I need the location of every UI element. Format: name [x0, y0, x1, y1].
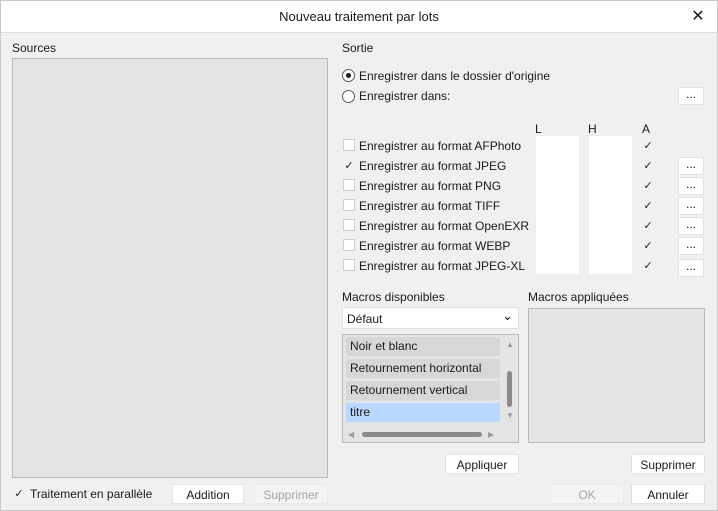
height-field[interactable]	[588, 135, 633, 275]
macro-category-select[interactable]: Défaut ⌄	[342, 307, 519, 329]
format-checkbox[interactable]	[343, 219, 355, 231]
width-field[interactable]	[535, 135, 580, 275]
format-checkbox[interactable]	[343, 259, 355, 271]
a-checkbox[interactable]: ✓	[642, 239, 654, 252]
parallel-checkbox[interactable]: ✓	[13, 487, 25, 500]
macro-list[interactable]: Noir et blanc Retournement horizontal Re…	[342, 334, 519, 443]
add-source-button[interactable]: Addition	[172, 484, 244, 504]
close-icon[interactable]: ✕	[687, 6, 709, 28]
format-checkbox[interactable]: ✓	[343, 159, 355, 172]
format-options-button[interactable]: ...	[678, 197, 704, 215]
a-checkbox[interactable]: ✓	[642, 259, 654, 272]
scroll-right-icon[interactable]: ▶	[488, 430, 494, 439]
browse-folder-button[interactable]: ...	[678, 87, 704, 105]
format-options-button[interactable]: ...	[678, 259, 704, 277]
format-label: Enregistrer au format AFPhoto	[359, 139, 522, 153]
dialog-title: Nouveau traitement par lots	[279, 9, 439, 24]
title-bar: Nouveau traitement par lots ✕	[1, 1, 717, 33]
a-column-header: A	[642, 122, 651, 136]
format-checkbox[interactable]	[343, 179, 355, 191]
scroll-up-icon[interactable]: ▲	[506, 340, 514, 349]
remove-source-button[interactable]: Supprimer	[254, 484, 328, 504]
a-checkbox[interactable]: ✓	[642, 179, 654, 192]
macros-available-label: Macros disponibles	[342, 290, 445, 304]
sources-label: Sources	[12, 41, 57, 55]
format-options-button[interactable]: ...	[678, 157, 704, 175]
horizontal-scrollbar-thumb[interactable]	[362, 432, 482, 437]
a-checkbox[interactable]: ✓	[642, 159, 654, 172]
format-options-button[interactable]: ...	[678, 237, 704, 255]
remove-macro-button[interactable]: Supprimer	[631, 454, 705, 474]
format-checkbox[interactable]	[343, 239, 355, 251]
apply-macro-button[interactable]: Appliquer	[445, 454, 519, 474]
vertical-scrollbar-thumb[interactable]	[507, 371, 512, 407]
format-checkbox[interactable]	[343, 199, 355, 211]
macro-list-item[interactable]: Retournement vertical	[346, 381, 500, 400]
applied-macros-list[interactable]	[528, 308, 705, 443]
batch-dialog: Nouveau traitement par lots ✕ Sources ✓ …	[0, 0, 718, 511]
macro-list-item[interactable]: titre	[346, 403, 500, 422]
sources-list[interactable]	[12, 58, 328, 478]
macro-list-item[interactable]: Noir et blanc	[346, 337, 500, 356]
macro-category-value: Défaut	[347, 312, 383, 326]
format-label: Enregistrer au format WEBP	[359, 239, 511, 253]
save-origin-label: Enregistrer dans le dossier d'origine	[359, 69, 551, 83]
format-label: Enregistrer au format JPEG-XL	[359, 259, 526, 273]
chevron-down-icon: ⌄	[502, 308, 513, 323]
format-label: Enregistrer au format TIFF	[359, 199, 501, 213]
format-label: Enregistrer au format OpenEXR	[359, 219, 530, 233]
a-checkbox[interactable]: ✓	[642, 139, 654, 152]
save-in-label: Enregistrer dans:	[359, 89, 451, 103]
save-origin-radio[interactable]	[342, 69, 355, 82]
macros-applied-label: Macros appliquées	[528, 290, 629, 304]
parallel-label: Traitement en parallèle	[30, 487, 153, 501]
scroll-left-icon[interactable]: ◀	[348, 430, 354, 439]
cancel-button[interactable]: Annuler	[631, 484, 705, 504]
format-options-button[interactable]: ...	[678, 217, 704, 235]
scroll-down-icon[interactable]: ▼	[506, 411, 514, 420]
format-label: Enregistrer au format PNG	[359, 179, 502, 193]
a-checkbox[interactable]: ✓	[642, 199, 654, 212]
format-label: Enregistrer au format JPEG	[359, 159, 507, 173]
macro-list-item[interactable]: Retournement horizontal	[346, 359, 500, 378]
output-label: Sortie	[342, 41, 374, 55]
format-checkbox[interactable]	[343, 139, 355, 151]
format-options-button[interactable]: ...	[678, 177, 704, 195]
a-checkbox[interactable]: ✓	[642, 219, 654, 232]
save-in-radio[interactable]	[342, 90, 355, 103]
width-column-header: L	[535, 122, 542, 136]
height-column-header: H	[588, 122, 597, 136]
ok-button[interactable]: OK	[550, 484, 624, 504]
